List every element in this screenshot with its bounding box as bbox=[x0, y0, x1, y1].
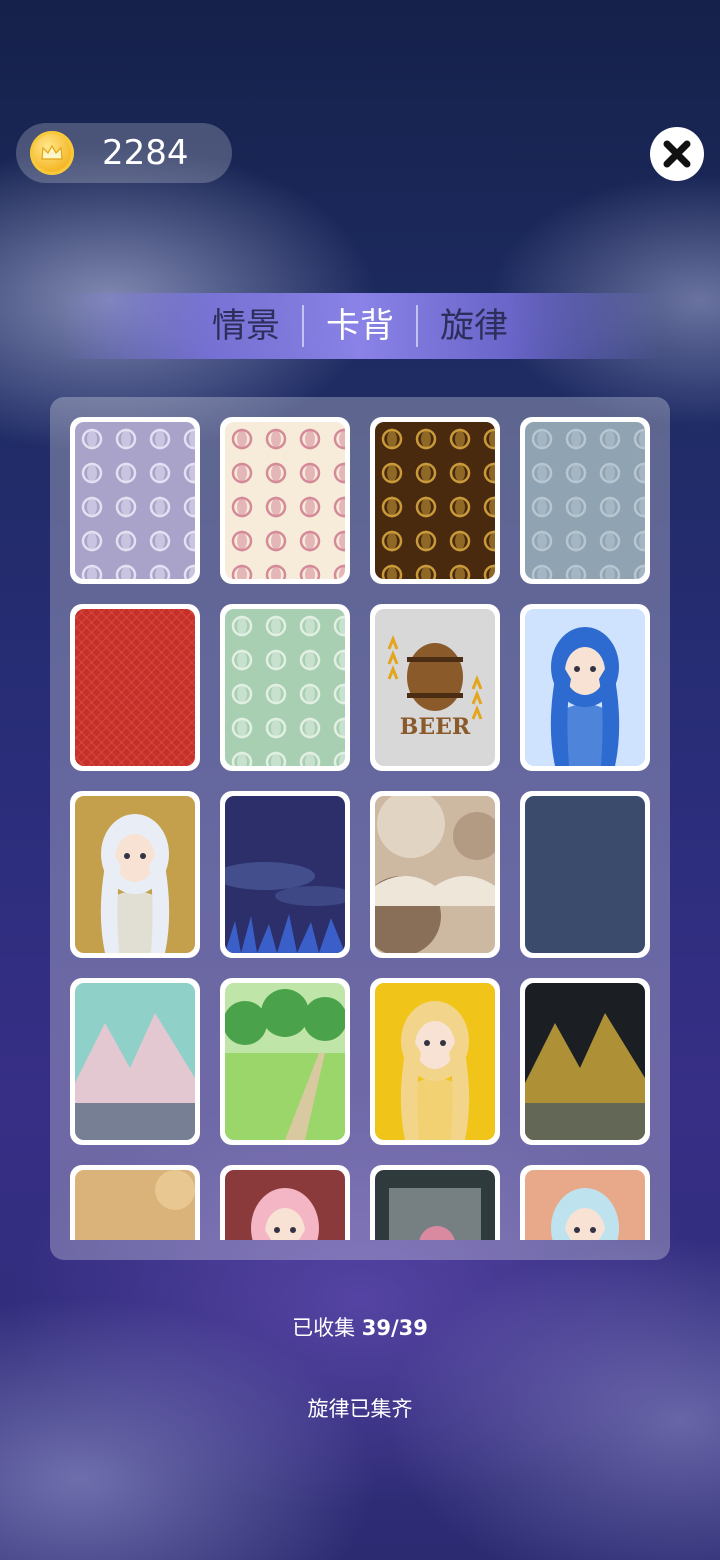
card-back-art bbox=[525, 609, 645, 766]
tab-divider bbox=[416, 305, 418, 347]
close-icon bbox=[663, 140, 691, 168]
card-back-blonde-anime-girl[interactable] bbox=[370, 978, 500, 1145]
card-back-art bbox=[75, 422, 195, 579]
coin-count: 2284 bbox=[102, 133, 189, 173]
card-back-red-lattice[interactable] bbox=[70, 604, 200, 771]
card-back-art bbox=[75, 1170, 195, 1240]
collected-count: 39/39 bbox=[361, 1316, 428, 1340]
card-back-pastel-mountain-lake[interactable] bbox=[70, 978, 200, 1145]
card-back-beer-barrel[interactable]: BEER bbox=[370, 604, 500, 771]
card-back-art bbox=[375, 983, 495, 1140]
card-back-art bbox=[525, 983, 645, 1140]
card-back-blue-hair-anime-girl[interactable] bbox=[520, 604, 650, 771]
card-back-brown-gold-floral[interactable] bbox=[370, 417, 500, 584]
card-back-bamboo-girl[interactable] bbox=[520, 1165, 650, 1240]
card-back-white-hair-anime-girl[interactable] bbox=[70, 791, 200, 958]
card-back-moons-in-clouds[interactable] bbox=[370, 791, 500, 958]
card-back-label: BEER bbox=[399, 714, 471, 740]
melody-status-text: 旋律已集齐 bbox=[307, 1397, 413, 1421]
card-grid-scroll-area[interactable]: BEER bbox=[70, 417, 650, 1240]
card-back-art bbox=[375, 796, 495, 953]
card-back-mint-green-damask[interactable] bbox=[220, 604, 350, 771]
category-tab-bar: 情景 卡背 旋律 bbox=[60, 293, 660, 359]
card-back-ice-cube-flower[interactable] bbox=[370, 1165, 500, 1240]
card-back-grey-blue-damask[interactable] bbox=[520, 417, 650, 584]
card-back-golden-sand[interactable] bbox=[70, 1165, 200, 1240]
card-back-art bbox=[375, 1170, 495, 1240]
card-back-collection-screen: 2284 情景 卡背 旋律 BEER 已收集 39/39 旋律已集齐 bbox=[0, 0, 720, 1560]
card-back-art bbox=[75, 796, 195, 953]
card-back-art bbox=[525, 1170, 645, 1240]
card-back-cream-pink-damask[interactable] bbox=[220, 417, 350, 584]
card-back-lavender-lace-pattern[interactable] bbox=[70, 417, 200, 584]
tab-card-backs[interactable]: 卡背 bbox=[310, 303, 410, 349]
card-back-art bbox=[525, 422, 645, 579]
card-back-night-meadow[interactable] bbox=[220, 791, 350, 958]
collected-label: 已收集 bbox=[292, 1316, 356, 1340]
card-back-golden-night-hills[interactable] bbox=[520, 978, 650, 1145]
card-back-slate-blue-plain[interactable] bbox=[520, 791, 650, 958]
card-back-art bbox=[375, 422, 495, 579]
card-back-art: BEER bbox=[375, 609, 495, 766]
tab-divider bbox=[302, 305, 304, 347]
card-back-art bbox=[225, 1170, 345, 1240]
coin-counter: 2284 bbox=[16, 123, 232, 183]
card-back-art bbox=[225, 422, 345, 579]
collection-progress: 已收集 39/39 bbox=[0, 1313, 720, 1343]
card-back-art bbox=[75, 983, 195, 1140]
card-back-green-park-path[interactable] bbox=[220, 978, 350, 1145]
card-grid-panel: BEER bbox=[50, 397, 670, 1260]
crown-coin-icon bbox=[30, 131, 74, 175]
card-back-art bbox=[225, 609, 345, 766]
tab-scenes[interactable]: 情景 bbox=[196, 303, 296, 349]
card-back-art bbox=[75, 609, 195, 766]
card-back-art bbox=[225, 983, 345, 1140]
card-back-pink-flower-girl[interactable] bbox=[220, 1165, 350, 1240]
close-button[interactable] bbox=[650, 127, 704, 181]
card-back-art bbox=[525, 796, 645, 953]
tab-melodies[interactable]: 旋律 bbox=[424, 303, 524, 349]
card-back-art bbox=[225, 796, 345, 953]
